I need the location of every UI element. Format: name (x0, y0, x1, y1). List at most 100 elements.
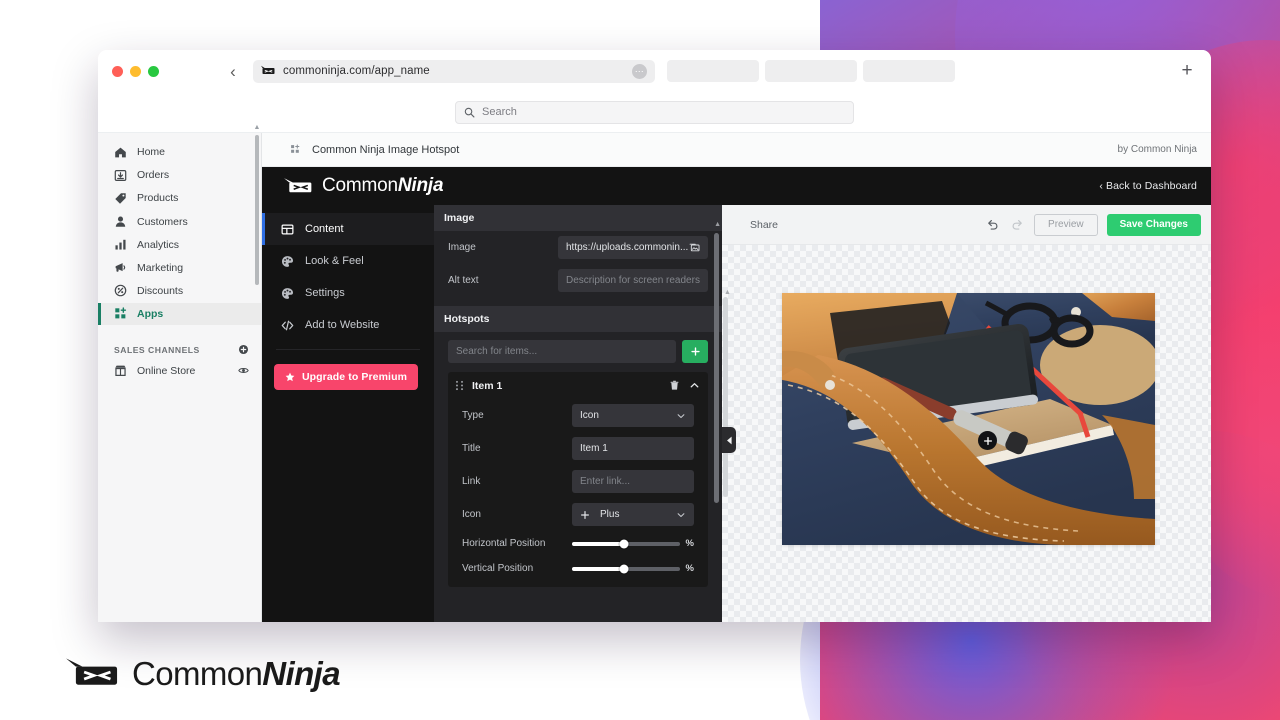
field-type: Type Icon (448, 399, 708, 432)
wordmark-light: Common (322, 175, 398, 196)
window-controls[interactable] (112, 65, 159, 77)
collapse-panel-button[interactable] (722, 427, 736, 453)
minimize-window-button[interactable] (130, 65, 141, 77)
hotspot-search-row: Search for items... (434, 332, 722, 372)
vertical-position-slider[interactable] (572, 564, 680, 573)
sidebar-divider (98, 326, 261, 340)
search-input[interactable]: Search (455, 100, 854, 124)
save-changes-button[interactable]: Save Changes (1106, 213, 1201, 236)
hotspot-item-card: Item 1 Type Icon Title Item 1 Link Enter… (448, 372, 708, 587)
preview-button[interactable]: Preview (1034, 213, 1098, 236)
scroll-up-icon[interactable]: ▲ (714, 221, 721, 228)
sidebar-item-label: Discounts (137, 284, 184, 297)
tab-label: Settings (305, 287, 345, 299)
slider-vertical-position: Vertical Position % (448, 556, 708, 581)
maximize-window-button[interactable] (148, 65, 159, 77)
preview-canvas: ▲ (722, 245, 1211, 622)
browser-window: ‹ commoninja.com/app_name ⋯ + Search ▲ H… (98, 50, 1211, 622)
section-header-image: Image (434, 205, 722, 231)
section-header-hotspots: Hotspots (434, 306, 722, 332)
app-body: ▲ Home Orders Products Customers Analyti… (98, 124, 1211, 622)
sidebar-section-header: SALES CHANNELS (98, 340, 261, 360)
sidebar-item-customers[interactable]: Customers (98, 210, 261, 233)
hotspot-marker[interactable] (978, 431, 997, 450)
undo-icon[interactable] (984, 217, 1000, 233)
add-hotspot-button[interactable] (682, 340, 708, 363)
upgrade-label: Upgrade to Premium (301, 371, 408, 383)
scroll-up-icon[interactable]: ▲ (724, 289, 731, 296)
sidebar-item-analytics[interactable]: Analytics (98, 233, 261, 256)
close-window-button[interactable] (112, 65, 123, 77)
sidebar-item-orders[interactable]: Orders (98, 164, 261, 187)
browser-tab[interactable] (765, 60, 857, 82)
alt-text-input[interactable]: Description for screen readers (558, 269, 708, 292)
field-alt-text: Alt text Description for screen readers (434, 264, 722, 297)
sidebar: ▲ Home Orders Products Customers Analyti… (98, 124, 262, 622)
tab-look-and-feel[interactable]: Look & Feel (262, 245, 434, 277)
hotspot-item-header[interactable]: Item 1 (448, 372, 708, 399)
trash-icon[interactable] (669, 380, 680, 391)
dots-icon[interactable]: ⋯ (632, 63, 647, 79)
image-url-input[interactable]: https://uploads.commonin... (558, 236, 708, 259)
title-input[interactable]: Item 1 (572, 437, 694, 460)
tab-add-to-website[interactable]: Add to Website (262, 309, 434, 341)
link-input[interactable]: Enter link... (572, 470, 694, 493)
address-bar[interactable]: commoninja.com/app_name ⋯ (253, 59, 655, 83)
slider-knob[interactable] (619, 564, 629, 573)
plus-icon (690, 347, 700, 356)
icon-select[interactable]: Plus (572, 503, 694, 526)
app-main: Common Ninja Image Hotspot by Common Nin… (262, 133, 1211, 622)
browser-titlebar: ‹ commoninja.com/app_name ⋯ + (98, 50, 1211, 92)
wordmark-bold: Ninja (397, 175, 444, 196)
tab-settings[interactable]: Settings (262, 277, 434, 309)
bar-chart-icon (115, 239, 126, 250)
image-picker-icon[interactable] (689, 242, 700, 253)
slider-horizontal-position: Horizontal Position % (448, 531, 708, 556)
scroll-up-icon[interactable]: ▲ (253, 124, 261, 131)
sidebar-item-discounts[interactable]: Discounts (98, 280, 261, 303)
chevron-left-icon (726, 436, 732, 444)
slider-knob[interactable] (619, 539, 629, 548)
sidebar-item-apps[interactable]: Apps (98, 302, 261, 326)
editor-nav: Content Look & Feel Settings Add to Webs… (262, 205, 434, 622)
hotspot-item-actions (669, 380, 700, 391)
field-icon: Icon Plus (448, 498, 708, 531)
type-value: Icon (580, 410, 599, 421)
preview-pane: Share Preview Save Changes ▲ (722, 205, 1211, 622)
sidebar-item-marketing[interactable]: Marketing (98, 256, 261, 279)
browser-tab[interactable] (863, 60, 955, 82)
plus-icon (983, 436, 992, 445)
commonninja-wordmark: CommonNinja (322, 175, 444, 197)
redo-icon[interactable] (1009, 217, 1025, 233)
hotspot-image[interactable] (782, 293, 1155, 545)
tag-icon (115, 193, 126, 204)
panel-scrollbar[interactable] (714, 233, 719, 503)
plus-circle-icon[interactable] (238, 344, 249, 355)
footer-wordmark-bold: Ninja (262, 655, 340, 692)
chevron-up-icon[interactable] (689, 380, 700, 391)
field-image: Image https://uploads.commonin... (434, 231, 722, 264)
drag-handle-icon[interactable] (455, 380, 464, 391)
hotspot-search-placeholder: Search for items... (456, 346, 538, 357)
product-photo (782, 293, 1155, 545)
eye-icon[interactable] (238, 365, 249, 376)
slider-unit: % (685, 563, 694, 574)
back-to-dashboard-link[interactable]: ‹ Back to Dashboard (1099, 180, 1197, 192)
browser-back-icon[interactable]: ‹ (225, 63, 241, 80)
share-button[interactable]: Share (750, 219, 778, 231)
field-link: Link Enter link... (448, 465, 708, 498)
search-icon (464, 107, 475, 117)
sidebar-item-home[interactable]: Home (98, 141, 261, 164)
upgrade-to-premium-button[interactable]: Upgrade to Premium (274, 364, 418, 390)
commonninja-logo: CommonNinja (284, 175, 444, 197)
sidebar-item-online-store[interactable]: Online Store (98, 360, 261, 382)
browser-tab[interactable] (667, 60, 759, 82)
preview-scrollbar[interactable] (723, 297, 728, 497)
hotspot-search-input[interactable]: Search for items... (448, 340, 676, 363)
type-select[interactable]: Icon (572, 404, 694, 427)
tab-strip[interactable] (667, 60, 955, 82)
plus-icon[interactable]: + (1177, 61, 1197, 81)
sidebar-item-products[interactable]: Products (98, 187, 261, 210)
horizontal-position-slider[interactable] (572, 539, 680, 548)
tab-content[interactable]: Content (262, 213, 434, 245)
